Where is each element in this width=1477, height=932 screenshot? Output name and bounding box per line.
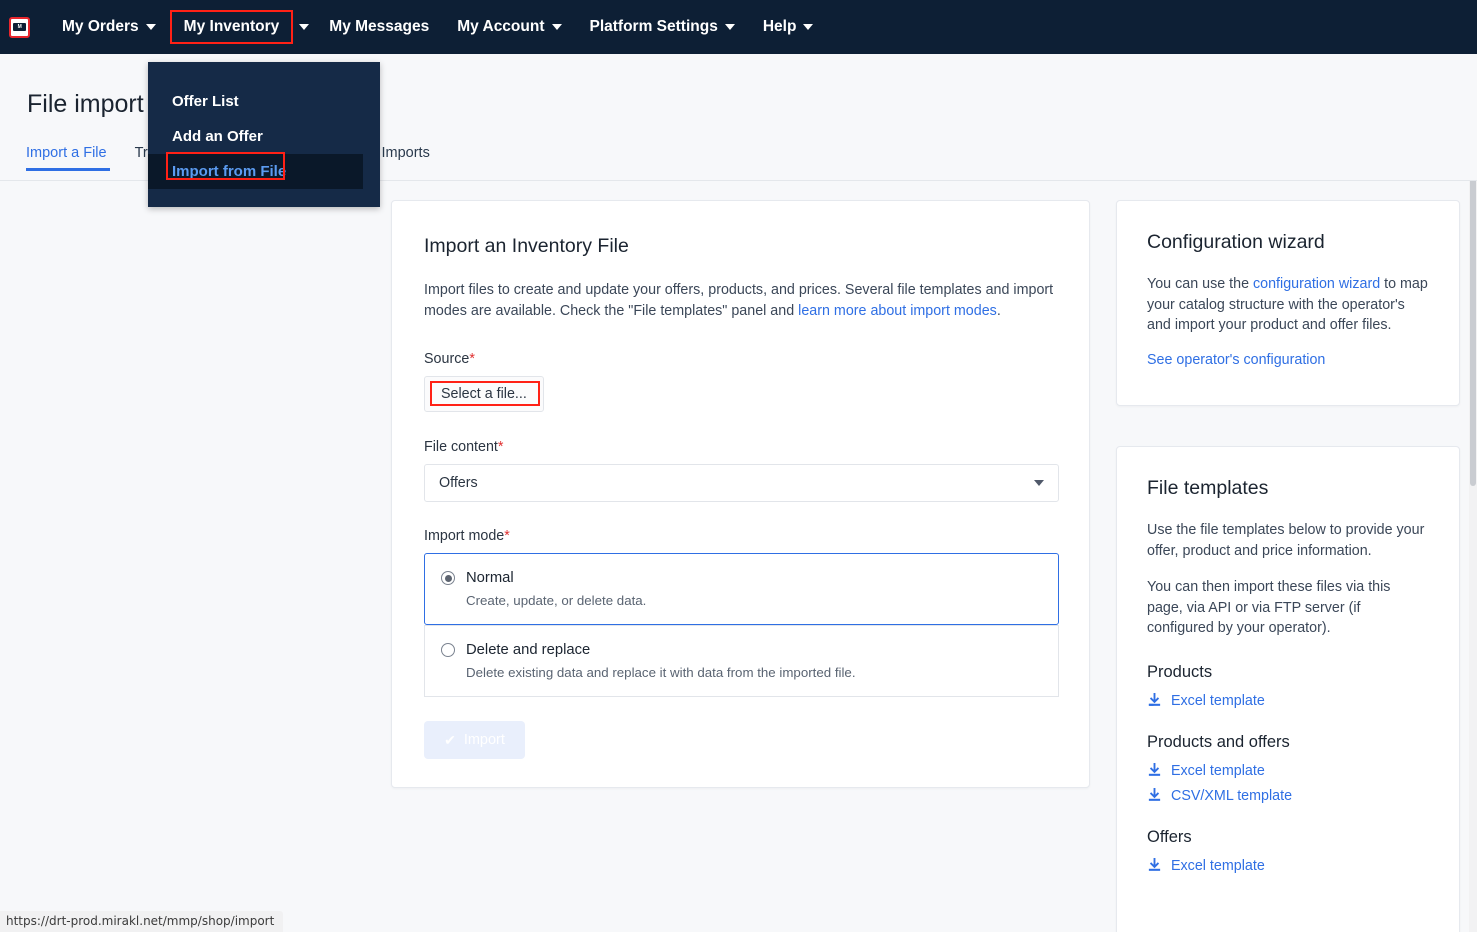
template-group-title-products: Products — [1147, 662, 1213, 681]
chevron-down-icon — [1034, 480, 1044, 486]
nav-item-my-orders[interactable]: My Orders — [48, 10, 170, 44]
chevron-down-icon — [551, 24, 562, 30]
chevron-down-icon — [724, 24, 735, 30]
app-root: M My Orders My Inventory My Messages My … — [0, 0, 1477, 932]
configuration-wizard-link[interactable]: configuration wizard — [1253, 276, 1380, 292]
brand-logo-mark: M — [13, 23, 26, 31]
file-templates-paragraph-1: Use the file templates below to provide … — [1147, 522, 1425, 559]
nav-item-help[interactable]: Help — [749, 10, 828, 44]
configuration-wizard-title: Configuration wizard — [1147, 231, 1325, 253]
select-file-button[interactable]: Select a file... — [424, 376, 544, 412]
file-content-field-label: File content* — [424, 439, 1057, 455]
nav-item-my-inventory[interactable]: My Inventory — [169, 10, 310, 44]
file-templates-card: File templates Use the file templates be… — [1116, 446, 1460, 932]
radio-label-delete-and-replace: Delete and replace — [466, 642, 591, 658]
nav-label-platform-settings: Platform Settings — [589, 18, 718, 35]
file-content-required-marker: * — [497, 439, 504, 455]
radio-description-normal: Create, update, or delete data. — [466, 593, 647, 608]
file-content-select[interactable]: Offers — [424, 464, 1059, 502]
import-mode-option-delete-and-replace[interactable]: Delete and replace Delete existing data … — [424, 625, 1059, 697]
import-button-label: Import — [463, 732, 505, 748]
source-required-marker: * — [469, 351, 475, 367]
configuration-wizard-text: You can use the configuration wizard to … — [1147, 274, 1429, 336]
download-icon — [1148, 788, 1161, 801]
import-mode-label-text: Import mode — [424, 528, 505, 544]
template-link-products-offers-excel[interactable]: Excel template — [1147, 763, 1429, 779]
nav-label-my-inventory: My Inventory — [183, 18, 280, 35]
brand-logo-icon[interactable]: M — [9, 16, 30, 38]
select-file-wrapper: Select a file... — [424, 376, 544, 412]
download-icon — [1148, 763, 1161, 776]
template-link-products-offers-csvxml[interactable]: CSV/XML template — [1147, 788, 1429, 804]
import-mode-field-label: Import mode* — [424, 528, 1057, 544]
nav-label-my-account: My Account — [457, 18, 545, 35]
check-icon: ✔ — [444, 731, 456, 748]
radio-description-delete-and-replace: Delete existing data and replace it with… — [466, 665, 856, 680]
file-content-label-text: File content — [424, 439, 498, 455]
radio-button-delete-and-replace[interactable] — [441, 643, 455, 657]
page-scrollbar[interactable] — [1469, 54, 1477, 932]
import-submit-button[interactable]: ✔ Import — [424, 721, 525, 759]
file-content-selected-value: Offers — [439, 475, 478, 491]
template-link-label: Excel template — [1171, 692, 1265, 709]
file-templates-paragraph-2: You can then import these files via this… — [1147, 579, 1391, 636]
nav-label-my-orders: My Orders — [62, 18, 139, 35]
download-icon — [1148, 858, 1161, 871]
template-link-products-excel[interactable]: Excel template — [1147, 693, 1429, 709]
template-group-title-products-and-offers: Products and offers — [1147, 732, 1290, 751]
nav-item-platform-settings[interactable]: Platform Settings — [576, 10, 749, 44]
chevron-down-icon — [299, 24, 310, 30]
nav-item-my-messages[interactable]: My Messages — [315, 10, 443, 44]
chevron-down-icon — [145, 24, 156, 30]
nav-item-my-account[interactable]: My Account — [443, 10, 575, 44]
dropdown-item-import-from-file[interactable]: Import from File — [148, 154, 363, 189]
browser-status-bar-url: https://drt-prod.mirakl.net/mmp/shop/imp… — [0, 911, 284, 932]
import-inventory-card: Import an Inventory File Import files to… — [391, 200, 1090, 788]
template-link-offers-excel[interactable]: Excel template — [1147, 858, 1429, 874]
chevron-down-icon — [803, 24, 814, 30]
learn-more-import-modes-link[interactable]: learn more about import modes — [798, 303, 997, 319]
radio-label-normal: Normal — [466, 570, 514, 586]
template-group-title-offers: Offers — [1147, 827, 1192, 846]
template-link-label: CSV/XML template — [1171, 787, 1293, 804]
configuration-wizard-card: Configuration wizard You can use the con… — [1116, 200, 1460, 406]
operator-configuration-row: See operator's configuration — [1147, 352, 1429, 368]
download-icon — [1148, 693, 1161, 706]
nav-label-help: Help — [762, 18, 797, 35]
import-mode-option-normal[interactable]: Normal Create, update, or delete data. — [424, 553, 1059, 625]
file-templates-title: File templates — [1147, 477, 1269, 499]
my-inventory-dropdown-menu: Offer List Add an Offer Import from File — [148, 62, 380, 207]
import-mode-required-marker: * — [504, 528, 510, 544]
template-link-label: Excel template — [1171, 857, 1265, 874]
page-title: File import — [27, 90, 144, 118]
config-text-part1: You can use the — [1147, 276, 1253, 292]
radio-row-normal: Normal — [441, 570, 1040, 586]
source-label-text: Source — [424, 351, 470, 367]
see-operator-configuration-link[interactable]: See operator's configuration — [1147, 352, 1325, 368]
radio-button-normal[interactable] — [441, 571, 455, 585]
source-field-label: Source* — [424, 351, 1057, 367]
import-card-description: Import files to create and update your o… — [424, 280, 1057, 321]
dropdown-item-add-an-offer[interactable]: Add an Offer — [148, 119, 380, 154]
tab-import-a-file[interactable]: Import a File — [26, 145, 121, 171]
nav-label-my-messages: My Messages — [329, 18, 430, 35]
radio-row-delete-replace: Delete and replace — [441, 642, 1040, 658]
description-text-part2: . — [996, 302, 1001, 319]
dropdown-item-offer-list[interactable]: Offer List — [148, 84, 380, 119]
template-link-label: Excel template — [1171, 762, 1265, 779]
main-navbar: M My Orders My Inventory My Messages My … — [0, 0, 1477, 54]
page-content: Import an Inventory File Import files to… — [0, 181, 1477, 932]
import-card-title: Import an Inventory File — [424, 235, 629, 257]
